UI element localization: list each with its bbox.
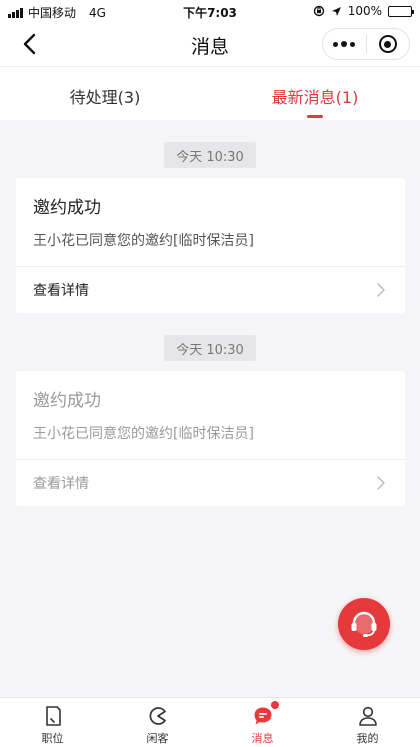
more-button[interactable] [323,29,366,59]
tab-pending[interactable]: 待处理(3) [0,67,210,120]
view-details-button[interactable]: 查看详情 [16,267,405,313]
tabbar-item-guests[interactable]: 闲客 [105,698,210,747]
view-details-label: 查看详情 [33,476,89,492]
tab-latest-messages[interactable]: 最新消息(1) [210,67,420,120]
user-icon [358,706,377,726]
tab-pending-label: 待处理(3) [69,88,141,107]
message-text: 王小花已同意您的邀约[临时保洁员] [33,233,254,249]
battery-percent: 100% [347,4,382,18]
close-mini-program-button[interactable] [367,29,410,59]
chevron-right-icon [377,476,385,490]
view-details-label: 查看详情 [33,283,89,299]
tabbar-item-profile[interactable]: 我的 [315,698,420,747]
message-tabs: 待处理(3) 最新消息(1) [0,66,420,120]
unread-badge [270,701,279,709]
tabbar-item-jobs[interactable]: 职位 [0,698,105,747]
tabbar-label: 闲客 [146,732,169,745]
chat-bubble-icon-wrap [252,701,279,727]
pacman-icon [149,707,166,725]
customer-support-button[interactable] [338,598,390,650]
status-right: 100% [313,4,414,18]
message-text: 王小花已同意您的邀约[临时保洁员] [33,426,254,442]
bottom-tab-bar: 职位 闲客 消息 我的 [0,697,420,747]
tab-latest-label: 最新消息(1) [271,88,359,107]
message-card-read: 邀约成功 王小花已同意您的邀约[临时保洁员] 查看详情 [16,371,405,506]
target-close-icon [378,35,397,53]
message-title: 邀约成功 [33,198,101,218]
mini-program-capsule [322,28,410,60]
message-card: 邀约成功 王小花已同意您的邀约[临时保洁员] 查看详情 [16,178,405,313]
tabbar-label: 我的 [356,732,379,745]
chat-bubble-icon [254,707,271,725]
location-arrow-icon [331,6,341,16]
active-tab-indicator [307,115,323,118]
headset-icon [351,611,377,637]
message-time: 今天 10:30 [164,142,256,168]
view-details-button[interactable]: 查看详情 [16,460,405,506]
chevron-right-icon [377,283,385,297]
message-title: 邀约成功 [33,391,101,411]
nav-bar: 消息 [0,22,420,66]
more-dots-icon [333,41,356,47]
status-bar: 中国移动 4G 下午7:03 100% [0,0,420,22]
tabbar-label: 消息 [251,732,274,745]
orientation-lock-icon [313,5,324,17]
tabbar-label: 职位 [41,732,64,745]
resume-icon [45,706,61,726]
battery-icon [388,5,414,17]
message-time: 今天 10:30 [164,335,256,361]
screen: 中国移动 4G 下午7:03 100% 消息 待处理(3) 最新消息(1) 今天… [0,0,420,747]
tabbar-item-messages[interactable]: 消息 [210,698,315,747]
